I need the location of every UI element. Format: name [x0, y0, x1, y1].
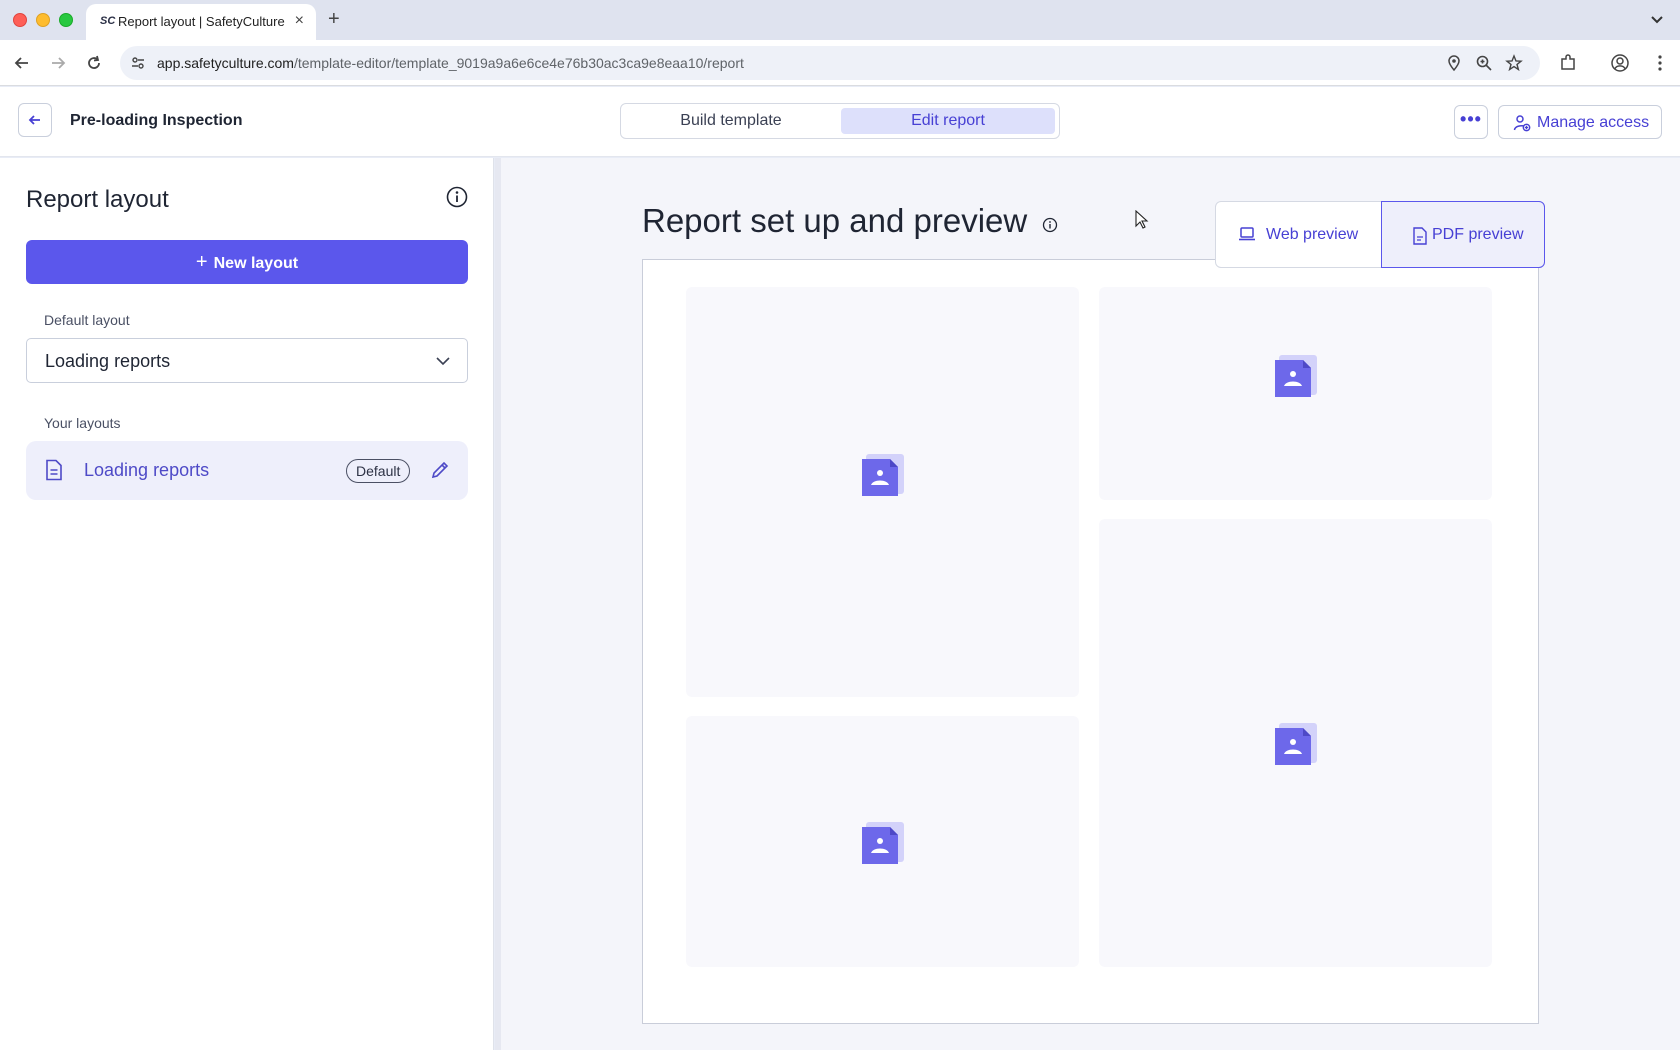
zoom-icon[interactable]	[1475, 54, 1493, 72]
info-icon[interactable]	[1042, 217, 1058, 233]
document-icon	[46, 459, 62, 481]
tab-edit-report[interactable]: Edit report	[841, 108, 1055, 134]
editor-mode-tabs: Build template Edit report	[620, 103, 1060, 139]
browser-toolbar: app.safetyculture.com/template-editor/te…	[0, 40, 1680, 86]
report-preview-area: Report set up and preview Web preview PD…	[495, 158, 1680, 1050]
pdf-preview-label: PDF preview	[1432, 226, 1524, 243]
image-file-icon	[862, 454, 904, 496]
user-plus-icon	[1513, 115, 1531, 132]
new-tab-icon[interactable]: +	[328, 8, 340, 31]
app-header: Pre-loading Inspection Build template Ed…	[0, 87, 1680, 157]
report-layout-sidebar: Report layout + New layout Default layout…	[0, 158, 494, 1050]
image-placeholder	[686, 287, 1079, 697]
reload-icon[interactable]	[84, 53, 104, 73]
image-placeholder	[1099, 519, 1492, 967]
back-button[interactable]	[18, 103, 52, 137]
image-placeholder	[1099, 287, 1492, 500]
your-layouts-heading: Your layouts	[44, 415, 121, 431]
extensions-puzzle-icon[interactable]	[1558, 53, 1578, 73]
more-options-button[interactable]: •••	[1454, 105, 1488, 139]
pencil-edit-icon[interactable]	[430, 460, 450, 480]
layout-item-label: Loading reports	[84, 460, 210, 480]
plus-icon: +	[195, 251, 208, 273]
tab-build-template[interactable]: Build template	[625, 108, 837, 134]
pdf-file-icon	[1413, 227, 1427, 245]
browser-tab-strip: SC Report layout | SafetyCulture × +	[0, 0, 1680, 40]
image-placeholder	[686, 716, 1079, 967]
mouse-cursor-icon	[1135, 210, 1149, 229]
preview-mode-toggle: Web preview PDF preview	[1215, 201, 1545, 268]
forward-arrow-icon[interactable]	[48, 53, 68, 73]
location-icon[interactable]	[1445, 54, 1463, 72]
browser-tab[interactable]: SC Report layout | SafetyCulture ×	[86, 4, 316, 40]
address-bar[interactable]: app.safetyculture.com/template-editor/te…	[120, 46, 1540, 80]
profile-avatar-icon[interactable]	[1610, 53, 1630, 73]
image-file-icon	[862, 822, 904, 864]
close-window-button[interactable]	[13, 13, 27, 27]
default-layout-select[interactable]: Loading reports	[26, 338, 468, 383]
layout-item[interactable]: Loading reports Default	[26, 441, 468, 500]
new-layout-label: New layout	[213, 255, 299, 272]
image-file-icon	[1275, 723, 1317, 765]
new-layout-button[interactable]: + New layout	[26, 240, 468, 284]
url-text: app.safetyculture.com/template-editor/te…	[157, 55, 744, 71]
image-file-icon	[1275, 355, 1317, 397]
tab-title: Report layout | SafetyCulture	[118, 14, 285, 29]
tab-search-chevron-icon[interactable]	[1648, 10, 1666, 28]
maximize-window-button[interactable]	[59, 13, 73, 27]
report-preview-paper	[642, 259, 1539, 1024]
site-settings-icon[interactable]	[130, 55, 146, 71]
minimize-window-button[interactable]	[36, 13, 50, 27]
browser-menu-icon[interactable]	[1650, 53, 1670, 73]
close-tab-icon[interactable]: ×	[295, 12, 304, 30]
default-badge: Default	[346, 459, 411, 483]
web-preview-label: Web preview	[1266, 226, 1359, 243]
page-title: Report set up and preview	[642, 202, 1028, 239]
chevron-down-icon	[436, 357, 450, 366]
default-layout-heading: Default layout	[44, 312, 130, 328]
default-layout-value: Loading reports	[45, 351, 171, 371]
back-arrow-icon	[28, 115, 40, 125]
laptop-icon	[1239, 227, 1255, 241]
pdf-preview-button[interactable]: PDF preview	[1381, 201, 1545, 268]
bookmark-star-icon[interactable]	[1505, 54, 1523, 72]
inspection-title: Pre-loading Inspection	[70, 112, 243, 129]
info-icon[interactable]	[446, 186, 468, 208]
web-preview-button[interactable]: Web preview	[1216, 202, 1381, 267]
manage-access-button[interactable]: Manage access	[1498, 105, 1662, 139]
sidebar-title: Report layout	[26, 186, 169, 213]
safetyculture-favicon-icon: SC	[100, 15, 116, 27]
manage-access-label: Manage access	[1537, 114, 1650, 131]
back-arrow-icon[interactable]	[12, 53, 32, 73]
